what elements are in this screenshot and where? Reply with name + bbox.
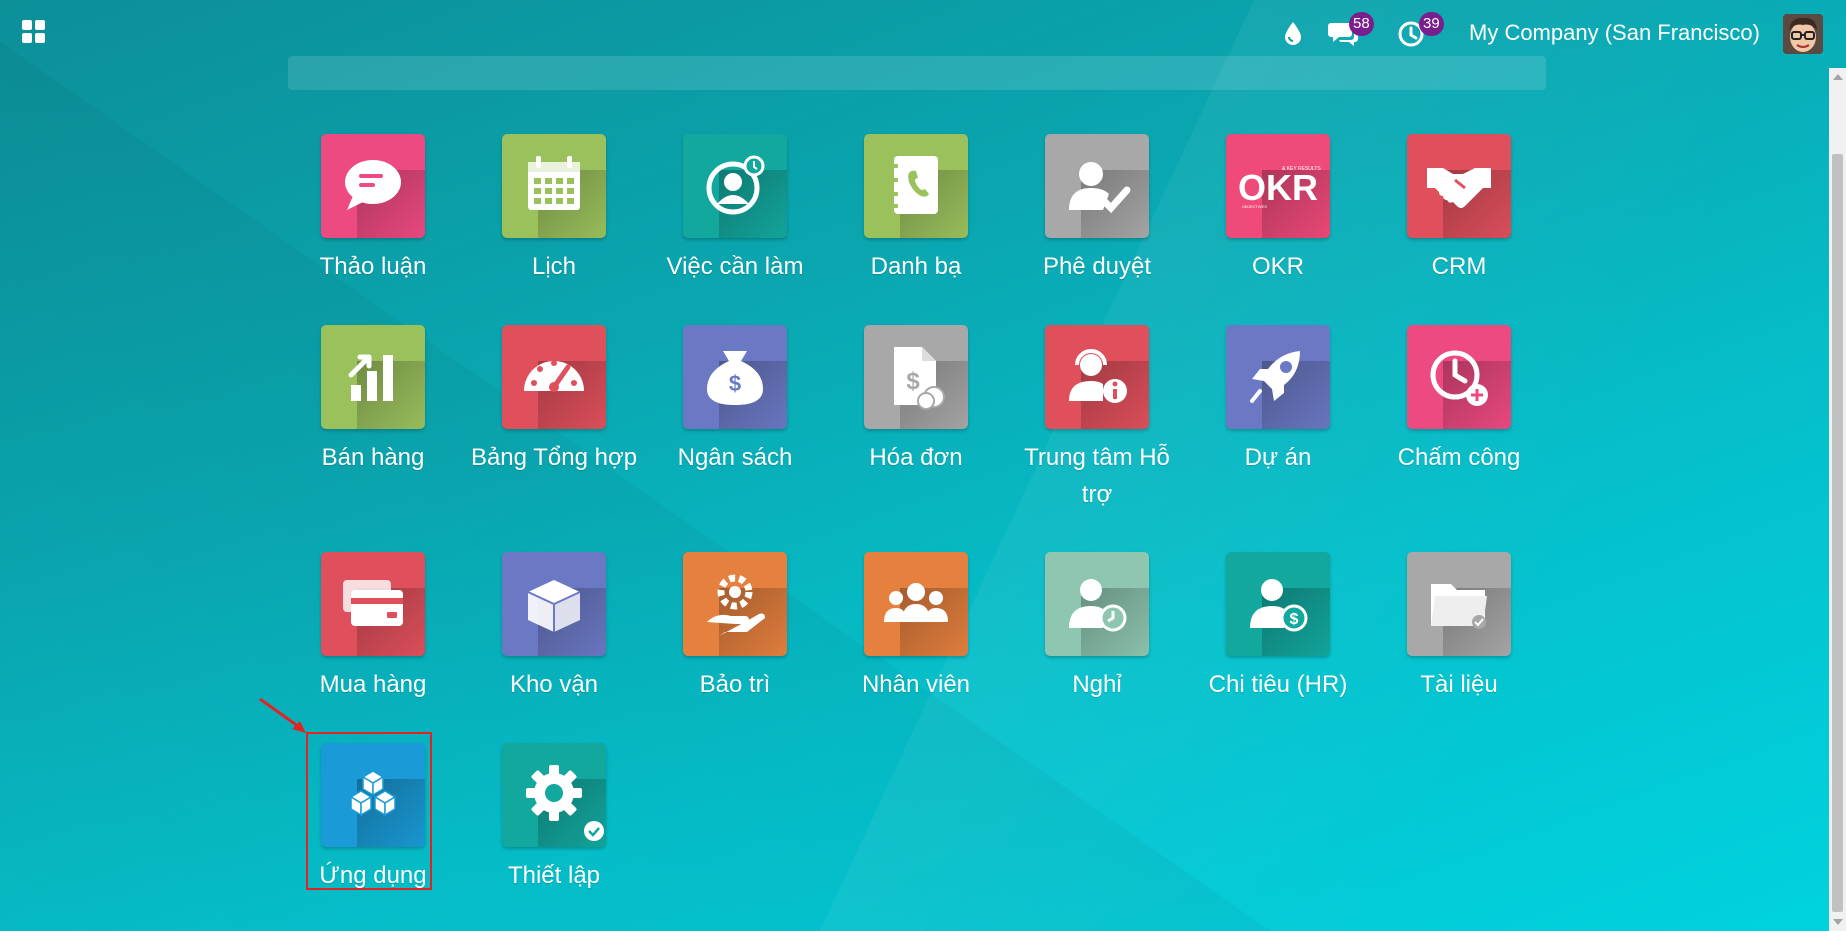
timesheet-icon [1430,350,1488,406]
app-label: Việc cần làm [666,253,804,280]
search-bar[interactable] [288,56,1546,90]
debug-drop-icon[interactable] [1283,21,1303,45]
app-maintenance[interactable]: Bảo trì [645,552,825,703]
app-calendar[interactable]: Lịch [464,134,644,285]
scrollbar-thumb[interactable] [1832,154,1843,912]
app-dashboards[interactable]: Bảng Tổng hợp [464,325,644,476]
app-documents[interactable]: Tài liệu [1369,552,1549,703]
expenses-icon: $ [1250,579,1308,632]
app-label: Thảo luận [319,253,427,280]
app-label: Tài liệu [1420,671,1498,698]
app-label: Hóa đơn [869,444,963,471]
invoice-icon: $ [894,347,945,410]
svg-text:$: $ [729,371,741,396]
svg-text:$: $ [1290,611,1299,628]
okr-icon: OKR & KEY RESULTS OBJECTIVES [1238,166,1321,209]
app-label: Bảng Tổng hợp [470,444,638,471]
dashboard-icon [524,360,584,392]
app-menu-toggle-icon[interactable] [22,20,46,44]
company-switcher[interactable]: My Company (San Francisco) [1469,20,1760,46]
app-contacts[interactable]: Danh bạ [826,134,1006,285]
helpdesk-icon [1069,349,1127,403]
rocket-icon [1250,351,1300,403]
box-icon [527,580,581,632]
contacts-icon [891,156,938,214]
app-label: Danh bạ [870,253,962,280]
app-helpdesk[interactable]: Trung tâm Hỗ trợ [1007,325,1187,513]
app-label: Lịch [531,253,577,280]
app-label: Bán hàng [321,444,425,471]
maintenance-icon [707,574,765,636]
approval-icon [1069,162,1131,214]
app-time-off[interactable]: Nghỉ [1007,552,1187,703]
svg-text:& KEY RESULTS: & KEY RESULTS [1282,166,1321,172]
app-approvals[interactable]: Phê duyệt [1007,134,1187,285]
app-okr[interactable]: OKR & KEY RESULTS OBJECTIVES OKR [1188,134,1368,285]
todo-icon [706,155,765,215]
app-label: CRM [1431,253,1487,280]
scroll-up-arrow-icon[interactable] [1833,74,1843,80]
app-label: Thiết lập [507,862,601,889]
app-invoicing[interactable]: $ Hóa đơn [826,325,1006,476]
calendar-icon [528,156,580,210]
gear-icon [526,765,604,841]
app-label: Bảo trì [699,671,771,698]
app-project[interactable]: Dự án [1188,325,1368,476]
app-budget[interactable]: $ Ngân sách [645,325,825,476]
folder-icon [1431,584,1487,629]
app-label: Phê duyệt [1042,253,1152,280]
time-off-icon [1069,579,1127,632]
credit-card-icon [343,580,403,626]
app-timesheets[interactable]: Chấm công [1369,325,1549,476]
app-todo[interactable]: Việc cần làm [645,134,825,285]
app-inventory[interactable]: Kho vận [464,552,644,703]
app-label: Ngân sách [677,444,793,471]
messages-count-badge: 58 [1349,12,1374,36]
handshake-icon [1427,168,1491,208]
app-label: Chấm công [1397,444,1521,471]
scrollbar[interactable] [1829,68,1846,931]
app-label: Nhân viên [861,671,971,698]
employees-icon [884,583,948,622]
chat-icon [345,160,401,210]
app-label: Trung tâm Hỗ trợ [1024,444,1170,508]
budget-icon: $ [707,351,763,405]
app-crm[interactable]: CRM [1369,134,1549,285]
app-purchase[interactable]: Mua hàng [283,552,463,703]
activities-count-badge: 39 [1419,12,1444,36]
pointer-arrow-icon [259,697,306,733]
app-employees[interactable]: Nhân viên [826,552,1006,703]
app-label: Nghỉ [1072,671,1122,698]
app-settings[interactable]: Thiết lập [464,743,644,894]
user-avatar[interactable] [1783,14,1823,54]
svg-text:OBJECTIVES: OBJECTIVES [1242,204,1267,209]
app-label: OKR [1251,253,1304,280]
app-label: Chi tiêu (HR) [1208,671,1348,698]
svg-text:OKR: OKR [1238,167,1318,208]
app-label: Dự án [1244,444,1312,471]
app-label: Kho vận [509,671,599,698]
scroll-down-arrow-icon[interactable] [1833,919,1843,925]
app-expenses[interactable]: $ Chi tiêu (HR) [1188,552,1368,703]
svg-text:$: $ [906,368,920,395]
app-sales[interactable]: Bán hàng [283,325,463,476]
app-label: Mua hàng [319,671,427,698]
cubes-icon [349,770,397,817]
app-discuss[interactable]: Thảo luận [283,134,463,285]
sales-icon [348,354,393,401]
